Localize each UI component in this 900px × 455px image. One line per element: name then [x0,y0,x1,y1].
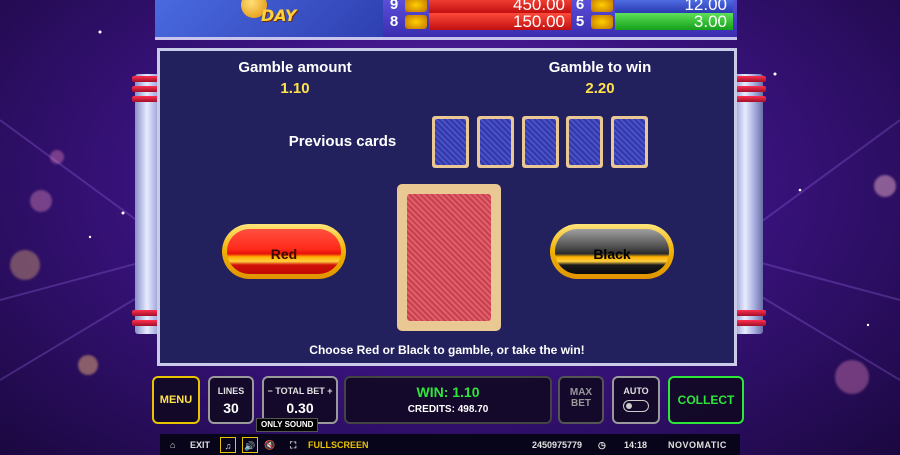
gamble-to-win-label: Gamble to win [548,59,652,76]
red-button-face: Red [227,229,341,274]
sound-tooltip: ONLY SOUND [256,418,319,432]
coin-symbol-icon [591,0,613,12]
total-bet-label: − TOTAL BET + [267,386,333,396]
bokeh-light [835,360,869,394]
lines-display: LINES 30 [208,376,254,424]
card-back [407,194,491,321]
max-bet-line1: MAX [569,387,593,398]
max-bet-line2: BET [571,398,591,409]
home-icon[interactable]: ⌂ [170,437,175,453]
red-button-label: Red [270,246,298,262]
bokeh-light [874,175,896,197]
win-text: WIN: 1.10 [416,384,480,400]
previous-cards-label: Previous cards [288,133,397,150]
paytable-count: 6 [575,0,585,13]
red-button[interactable]: Red [222,224,346,279]
exit-link[interactable]: EXIT [190,437,210,453]
previous-card [477,116,514,168]
credits-text: CREDITS: 498.70 [407,404,489,415]
black-button-label: Black [593,246,631,262]
lines-value: 30 [223,400,239,416]
win-credits-display: WIN: 1.10 CREDITS: 498.70 [344,376,552,424]
black-button[interactable]: Black [550,224,674,279]
black-button-face: Black [555,229,669,274]
previous-card [432,116,469,168]
fullscreen-icon[interactable]: ⛶ [290,437,296,453]
auto-play-button[interactable]: AUTO [612,376,660,424]
card-back [614,119,645,165]
paytable-value: 150.00 [429,13,571,31]
decrease-bet-icon[interactable]: − [267,386,272,396]
previous-card [611,116,648,168]
gamble-card [397,184,501,331]
gamble-to-win-value: 2.20 [585,80,615,97]
coin-symbol-icon [591,14,613,29]
bokeh-light [78,355,98,375]
card-back [569,119,600,165]
lines-label: LINES [217,386,245,396]
collect-label: COLLECT [677,393,735,407]
menu-button[interactable]: MENU [152,376,200,424]
card-back [480,119,511,165]
clock-icon: ◷ [598,440,606,450]
collect-button[interactable]: COLLECT [668,376,744,424]
logo-text: DAY [261,6,297,25]
coin-symbol-icon [405,0,427,12]
paytable-row: 8 150.00 5 3.00 [385,13,733,31]
paytable-count: 8 [389,13,399,30]
clock-time: 14:18 [624,440,648,450]
fullscreen-link[interactable]: FULLSCREEN [308,437,369,453]
paytable-count: 5 [575,13,585,30]
game-logo: DAY [155,0,383,37]
menu-label: MENU [159,394,193,406]
previous-card [566,116,603,168]
brand-logo: NOVOMATIC [668,440,727,450]
mute-icon[interactable]: 🔇 [264,437,275,453]
total-bet-control[interactable]: − TOTAL BET + 0.30 [262,376,338,424]
only-sound-icon[interactable]: 🔊 [242,437,258,453]
bokeh-light [50,150,64,164]
card-back [435,119,466,165]
gamble-amount-label: Gamble amount [238,59,352,76]
sound-fx-icon[interactable]: ♫ [220,437,236,453]
right-pillar [730,74,766,334]
session-id: 2450975779 [532,440,583,450]
gamble-hint: Choose Red or Black to gamble, or take t… [309,343,585,357]
paytable-count: 9 [389,0,399,13]
toggle-knob [626,403,632,409]
status-bar: ⌂ EXIT ♫ 🔊 🔇 ⛶ FULLSCREEN 2450975779 ◷ 1… [160,434,740,455]
paytable-value: 3.00 [615,13,733,31]
increase-bet-icon[interactable]: + [327,386,332,396]
bokeh-light [10,250,40,280]
max-bet-button[interactable]: MAX BET [558,376,604,424]
bokeh-light [30,190,52,212]
total-bet-value: 0.30 [286,400,314,416]
coin-symbol-icon [405,14,427,29]
card-back [525,119,556,165]
auto-label: AUTO [623,386,649,396]
previous-card [522,116,559,168]
gamble-amount-value: 1.10 [280,80,310,97]
auto-toggle-icon[interactable] [623,400,649,412]
paytable-strip: DAY 9 450.00 6 12.00 8 150.00 5 3.00 [155,0,737,40]
